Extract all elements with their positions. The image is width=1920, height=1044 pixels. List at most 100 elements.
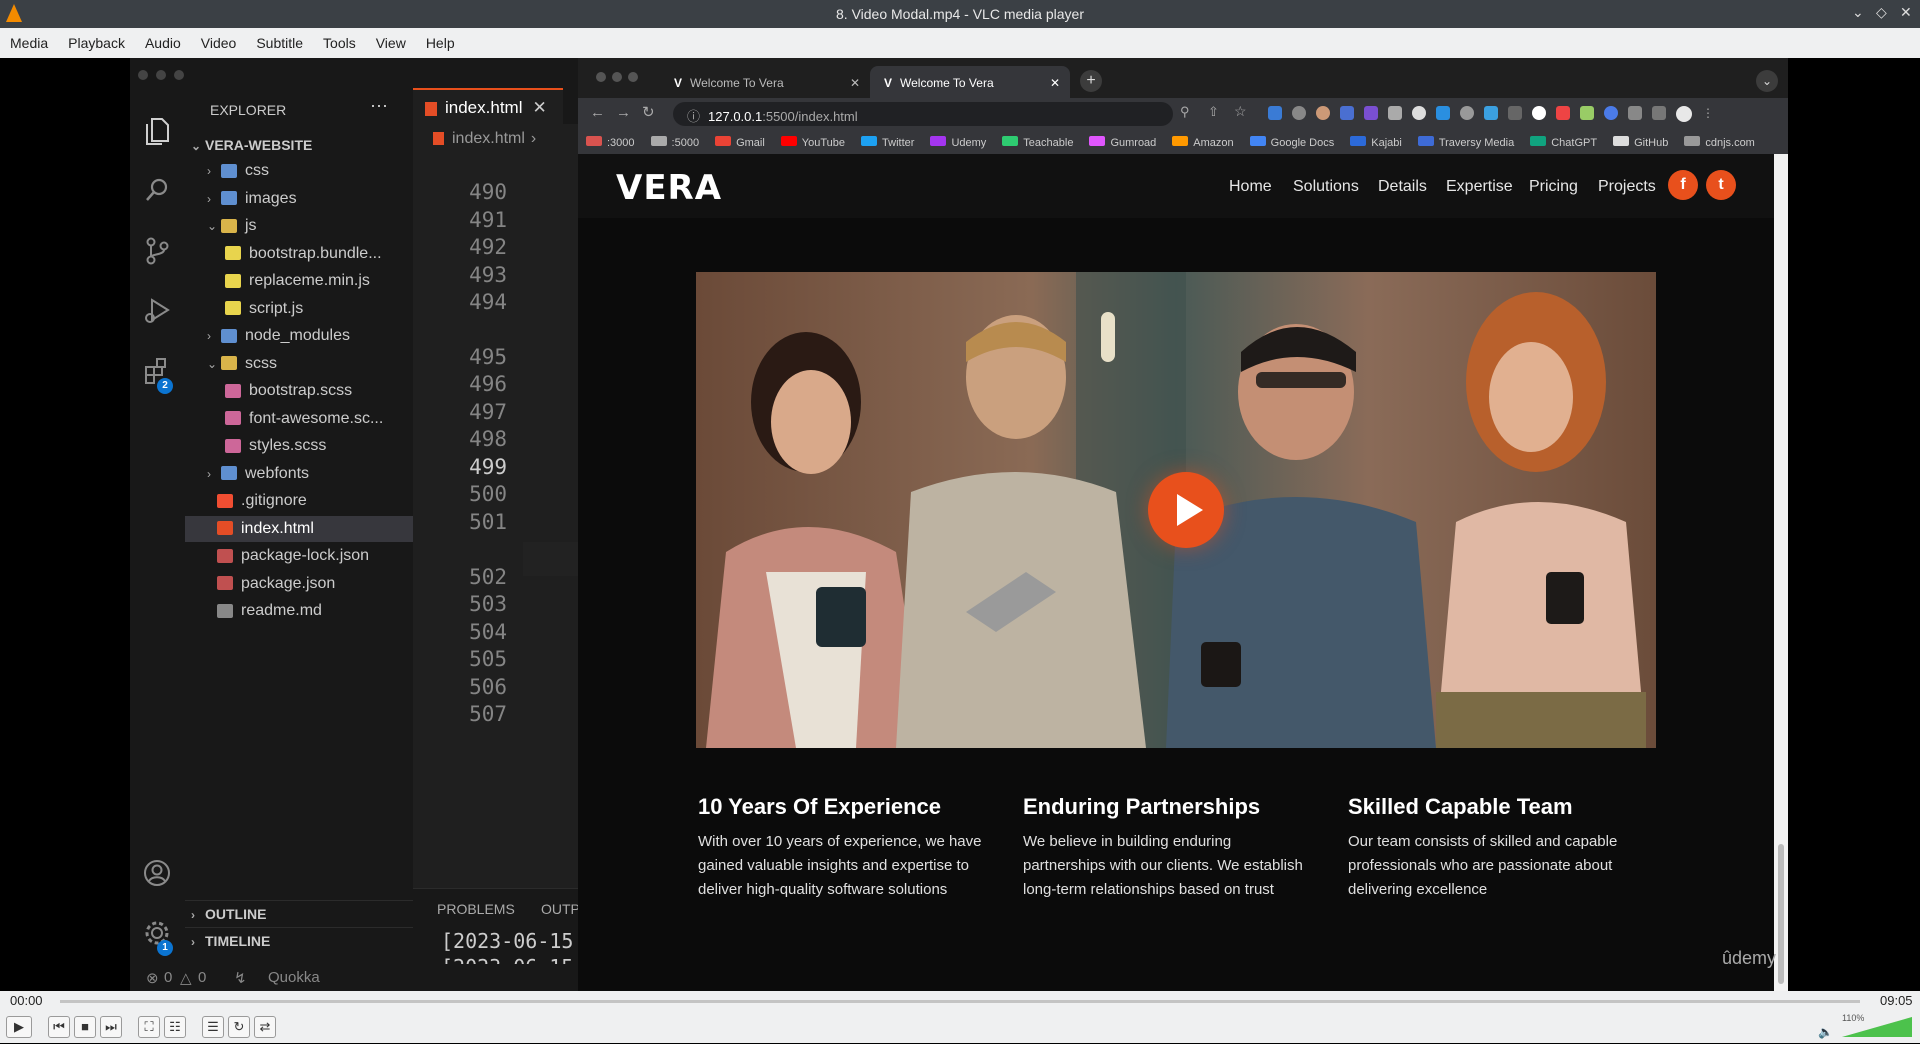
bookmark-item[interactable]: :5000 [643, 135, 708, 149]
file-tree-item[interactable]: readme.md [185, 598, 413, 624]
seek-slider[interactable] [60, 1000, 1860, 1003]
outline-section[interactable]: › OUTLINE [185, 900, 413, 926]
extended-settings-button[interactable]: ☷ [164, 1016, 186, 1038]
kebab-menu-icon[interactable]: ⋮ [1702, 106, 1714, 122]
menu-tools[interactable]: Tools [313, 35, 366, 51]
more-actions-icon[interactable]: ⋯ [370, 96, 388, 117]
bookmark-item[interactable]: Teachable [994, 135, 1081, 149]
project-root[interactable]: ⌄ VERA-WEBSITE [185, 132, 413, 158]
minimize-icon[interactable]: ⌄ [1852, 4, 1864, 21]
error-icon[interactable]: ⊗ [146, 969, 159, 987]
bookmark-star-icon[interactable]: ☆ [1234, 103, 1247, 120]
facebook-icon[interactable]: f [1668, 170, 1698, 200]
bookmark-item[interactable]: GitHub [1605, 135, 1676, 149]
file-tree-item[interactable]: styles.scss [185, 433, 413, 459]
file-tree-item[interactable]: font-awesome.sc... [185, 406, 413, 432]
extension-icon[interactable] [1292, 106, 1306, 120]
search-icon[interactable] [142, 176, 172, 206]
error-count[interactable]: 0 [164, 969, 172, 986]
menu-audio[interactable]: Audio [135, 35, 191, 51]
vera-logo[interactable]: VERA [616, 168, 722, 208]
file-tree-item[interactable]: package.json [185, 571, 413, 597]
extension-icon[interactable] [1484, 106, 1498, 120]
nav-projects[interactable]: Projects [1598, 178, 1656, 196]
problems-tab[interactable]: PROBLEMS [437, 901, 515, 917]
play-video-button[interactable] [1148, 472, 1224, 548]
scrollbar-thumb[interactable] [1778, 844, 1784, 984]
bookmark-item[interactable]: :3000 [578, 135, 643, 149]
bookmark-item[interactable]: Amazon [1164, 135, 1241, 149]
shuffle-button[interactable]: ⇄ [254, 1016, 276, 1038]
back-icon[interactable]: ← [590, 104, 605, 121]
playlist-button[interactable]: ☰ [202, 1016, 224, 1038]
file-tree-item[interactable]: bootstrap.bundle... [185, 241, 413, 267]
extension-icon[interactable] [1268, 106, 1282, 120]
nav-expertise[interactable]: Expertise [1446, 178, 1513, 196]
bookmark-item[interactable]: Twitter [853, 135, 922, 149]
twitter-icon[interactable]: t [1706, 170, 1736, 200]
extension-icon[interactable] [1340, 106, 1354, 120]
nav-solutions[interactable]: Solutions [1293, 178, 1359, 196]
warning-icon[interactable]: △ [180, 969, 192, 987]
warning-count[interactable]: 0 [198, 969, 206, 986]
extension-icon[interactable] [1412, 106, 1426, 120]
bookmark-item[interactable]: Gumroad [1081, 135, 1164, 149]
timeline-section[interactable]: › TIMELINE [185, 927, 413, 953]
source-control-icon[interactable] [142, 236, 172, 266]
profile-avatar[interactable] [1676, 106, 1692, 122]
bookmark-item[interactable]: Traversy Media [1410, 135, 1522, 149]
menu-help[interactable]: Help [416, 35, 465, 51]
browser-tab-active[interactable]: V Welcome To Vera ✕ [870, 66, 1070, 98]
reload-icon[interactable]: ↻ [642, 103, 655, 121]
forward-icon[interactable]: → [616, 104, 631, 121]
menu-subtitle[interactable]: Subtitle [246, 35, 313, 51]
files-icon[interactable] [142, 116, 172, 146]
bookmark-item[interactable]: Gmail [707, 135, 773, 149]
output-tab[interactable]: OUTP [541, 901, 580, 917]
previous-button[interactable]: ⏮ [48, 1016, 70, 1038]
file-tree-item[interactable]: .gitignore [185, 488, 413, 514]
play-button[interactable]: ▶ [6, 1016, 32, 1038]
extension-icon[interactable] [1580, 106, 1594, 120]
extension-icon[interactable] [1364, 106, 1378, 120]
account-icon[interactable] [142, 858, 172, 888]
menu-playback[interactable]: Playback [58, 35, 135, 51]
menu-view[interactable]: View [366, 35, 416, 51]
extension-icon[interactable] [1508, 106, 1522, 120]
run-debug-icon[interactable] [142, 296, 172, 326]
bookmark-item[interactable]: cdnjs.com [1676, 135, 1763, 149]
share-icon[interactable]: ⇧ [1208, 104, 1219, 120]
file-tree-item[interactable]: › images [185, 186, 413, 212]
extension-icon[interactable] [1556, 106, 1570, 120]
new-tab-button[interactable]: + [1080, 70, 1102, 92]
video-frame[interactable]: 2 1 EXPLORER ⋯ ⌄ VERA-WEBSITE › css › images… [0, 58, 1920, 991]
close-tab-icon[interactable]: ✕ [1050, 76, 1060, 90]
file-tree-item[interactable]: index.html [185, 515, 413, 542]
file-tree-item[interactable]: › css [185, 158, 413, 184]
tab-search-icon[interactable]: ⌄ [1756, 70, 1778, 92]
close-tab-icon[interactable]: ✕ [532, 98, 546, 117]
browser-tab[interactable]: V Welcome To Vera ✕ [660, 66, 870, 98]
nav-details[interactable]: Details [1378, 178, 1427, 196]
next-button[interactable]: ⏭ [100, 1016, 122, 1038]
extension-icon[interactable] [1436, 106, 1450, 120]
file-tree-item[interactable]: script.js [185, 296, 413, 322]
maximize-icon[interactable]: ◇ [1876, 4, 1887, 21]
nav-pricing[interactable]: Pricing [1529, 178, 1578, 196]
extension-icon[interactable] [1532, 106, 1546, 120]
quokka-status[interactable]: Quokka [268, 969, 320, 986]
address-bar[interactable]: ⓘ 127.0.0.1:5500/index.html [673, 102, 1173, 126]
page-scrollbar[interactable] [1774, 154, 1788, 991]
file-tree-item[interactable]: bootstrap.scss [185, 378, 413, 404]
file-tree-item[interactable]: package-lock.json [185, 543, 413, 569]
close-icon[interactable]: ✕ [1900, 4, 1912, 21]
loop-button[interactable]: ↻ [228, 1016, 250, 1038]
file-tree-item[interactable]: ⌄ scss [185, 351, 413, 377]
extension-icon[interactable] [1604, 106, 1618, 120]
puzzle-icon[interactable] [1628, 106, 1642, 120]
extension-icon[interactable] [1460, 106, 1474, 120]
file-tree-item[interactable]: replaceme.min.js [185, 268, 413, 294]
video-thumbnail[interactable] [696, 272, 1656, 748]
extension-icon[interactable] [1316, 106, 1330, 120]
stop-button[interactable]: ■ [74, 1016, 96, 1038]
